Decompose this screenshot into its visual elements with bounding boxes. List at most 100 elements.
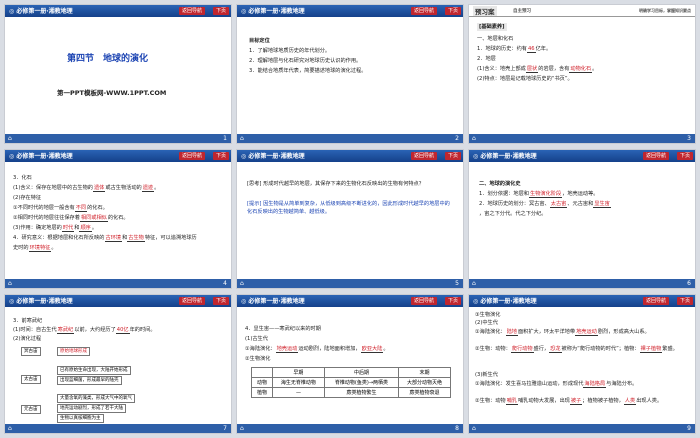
slide-thumbnail-7[interactable]: ◎ 必修第一册·湘教地理 返回导航 下页 3．前寒武纪 (1)时间：自古生代寒武…: [4, 294, 232, 434]
text-segment: ②生物：动物：: [475, 346, 511, 352]
home-icon: ⌂: [8, 425, 12, 432]
fill-answer: 遗体: [92, 185, 106, 192]
slide-header: ◎ 必修第一册·湘教地理 返回导航 下页: [5, 150, 231, 162]
fill-answer: 寒武纪: [56, 327, 75, 334]
nav-next-button[interactable]: 下页: [212, 152, 229, 160]
slide-thumbnail-5[interactable]: ◎ 必修第一册·湘教地理 返回导航 下页 [思考] 形成时代越早的地层，其保存下…: [236, 149, 464, 289]
table-cell: —: [272, 387, 325, 398]
slide-header: ◎ 必修第一册·湘教地理 返回导航 下页: [237, 150, 463, 162]
text-line: ①海陆演化：陆地面积扩大，环太平洋地带地壳运动剧烈，形成高大山系。: [475, 328, 693, 336]
fill-answer: 恐龙: [549, 346, 562, 353]
section-label: [基础素养]: [477, 23, 507, 31]
slide-thumbnail-4[interactable]: ◎ 必修第一册·湘教地理 返回导航 下页 3．化石 (1)含义：保存在地层中的古…: [4, 149, 232, 289]
text-line: (1)含义：保存在地层中的古生物的遗体或古生物活动的遗迹。: [13, 184, 159, 192]
slide-thumbnail-3[interactable]: 预习案 自主预习 明确学习目标，掌握知识要点 [基础素养] 一、地层和化石 1．…: [468, 4, 696, 144]
text-line: 一、地层和化石: [477, 36, 514, 42]
text-line: 2．地球历史的划分：冥古宙、太古宙、元古宙和显生宙: [479, 200, 611, 208]
table-header: 早期: [272, 367, 325, 378]
fill-answer: 动物化石: [569, 66, 593, 73]
fill-answer: 顺序: [79, 225, 92, 232]
slide-thumbnail-8[interactable]: ◎ 必修第一册·湘教地理 返回导航 下页 4．显生宙——寒武纪以来的时期 (1)…: [236, 294, 464, 434]
fill-answer: 人类: [623, 398, 637, 405]
fill-answer: 显生宙: [593, 201, 611, 208]
text-segment: (1)含义：地壳上部成: [477, 66, 526, 72]
slide-header: ◎ 必修第一册·湘教地理 返回导航 下页: [237, 5, 463, 17]
brand-label: ◎ 必修第一册·湘教地理: [241, 153, 305, 160]
text-line: (2)演化过程: [13, 336, 42, 342]
text-segment: 面积扩大，环太平洋地带: [517, 329, 576, 335]
nav-back-button[interactable]: 返回导航: [410, 297, 437, 305]
home-icon: ⌂: [472, 135, 476, 142]
text-segment: 1．划分依据：地层和: [479, 191, 529, 197]
home-icon: ⌂: [8, 135, 12, 142]
text-segment: 年的时间。: [129, 327, 156, 333]
page-number: 7: [223, 425, 227, 432]
fill-answer: 海陆格局: [583, 381, 607, 388]
fill-answer: 爬行动物: [510, 346, 534, 353]
slide-footer: ⌂ 9: [469, 424, 695, 433]
fill-answer: 古环境: [104, 235, 123, 242]
nav-next-button[interactable]: 下页: [444, 152, 461, 160]
nav-back-button[interactable]: 返回导航: [642, 152, 669, 160]
home-icon: ⌂: [240, 425, 244, 432]
text-line: 4．研究意义：根据地层和化石所反映的古环境和古生物特征，可以追溯地球历: [13, 234, 227, 242]
nav-next-button[interactable]: 下页: [444, 297, 461, 305]
text-line: (1)古生代: [245, 336, 268, 342]
text-segment: ，地壳运动等。: [562, 191, 599, 197]
think-answer: [提示] 因生物是从简单到复杂，从低级到高级不断进化的，因此形成时代越早的地层中…: [247, 201, 450, 215]
text-segment: (1)时间：自古生代: [13, 327, 57, 333]
table-header: 中后期: [323, 367, 400, 378]
nav-next-button[interactable]: 下页: [212, 7, 229, 15]
slide-header: ◎ 必修第一册·湘教地理 返回导航 下页: [469, 295, 695, 307]
text-segment: 的岩层，含有: [538, 66, 570, 72]
brand-label: ◎ 必修第一册·湘教地理: [473, 298, 537, 305]
table-row: 植物 — 蕨类植物繁生 蕨类植物衰退: [251, 387, 451, 398]
slide-thumbnail-1[interactable]: ◎ 必修第一册·湘教地理 返回导航 下页 第四节 地球的演化 第一PPT模板网-…: [4, 4, 232, 144]
text-line: 史时的环境特征。: [13, 244, 57, 252]
text-segment: ②生物：动物: [475, 398, 506, 404]
text-line: (3)新生代: [475, 372, 498, 378]
fill-answer: 裸子植物: [639, 346, 663, 353]
text-segment: 亿年。: [535, 46, 552, 52]
objective-heading: 目标定位: [249, 38, 270, 44]
banner-subtitle: 自主预习: [513, 9, 531, 14]
nav-next-button[interactable]: 下页: [676, 152, 693, 160]
text-segment: 出现人类。: [636, 398, 663, 404]
text-segment: (1)含义：保存在地层中的古生物的: [13, 185, 93, 191]
fill-answer: 40亿: [115, 327, 130, 334]
nav-back-button[interactable]: 返回导航: [642, 297, 669, 305]
nav-next-button[interactable]: 下页: [212, 297, 229, 305]
nav-next-button[interactable]: 下页: [676, 297, 693, 305]
fill-answer: 地壳运动: [575, 329, 598, 336]
page-number: 4: [223, 280, 227, 287]
text-segment: 被称为“爬行动物的时代”；植物：: [561, 346, 640, 352]
slide-thumbnail-6[interactable]: ◎ 必修第一册·湘教地理 返回导航 下页 二、地球的演化史 1．划分依据：地层和…: [468, 149, 696, 289]
text-line: ，宙之下分代。代之下分纪。: [479, 211, 547, 217]
nav-back-button[interactable]: 返回导航: [410, 7, 437, 15]
fill-answer: 地壳运动: [275, 346, 299, 353]
text-segment: 特征，可以追溯地球历: [144, 235, 197, 241]
text-segment: 2．地球历史的划分：冥古宙、: [479, 201, 550, 207]
text-segment: 。: [51, 245, 57, 251]
table-cell: 脊椎动物(鱼类)→两栖类: [323, 377, 400, 388]
slide-footer: ⌂ 8: [237, 424, 463, 433]
nav-back-button[interactable]: 返回导航: [178, 152, 205, 160]
table-header-row: 早期 中后期 末期: [251, 367, 451, 378]
fill-answer: 欧亚大陆: [360, 346, 384, 353]
text-line: (2)中生代: [475, 320, 498, 326]
nav-next-button[interactable]: 下页: [444, 7, 461, 15]
slide-footer: ⌂ 7: [5, 424, 231, 433]
text-line: ③生物演化: [475, 312, 501, 318]
text-segment: 运动剧烈，陆地面积增加，: [298, 346, 361, 352]
nav-back-button[interactable]: 返回导航: [410, 152, 437, 160]
fill-answer: 环境特征: [28, 245, 52, 252]
nav-back-button[interactable]: 返回导航: [178, 297, 205, 305]
slide-thumbnail-9[interactable]: ◎ 必修第一册·湘教地理 返回导航 下页 ③生物演化 (2)中生代 ①海陆演化：…: [468, 294, 696, 434]
slide-header: ◎ 必修第一册·湘教地理 返回导航 下页: [237, 295, 463, 307]
nav-back-button[interactable]: 返回导航: [178, 7, 205, 15]
fill-answer: 时代: [61, 225, 75, 232]
slide-footer: ⌂ 4: [5, 279, 231, 288]
table-cell: 动物: [251, 377, 273, 388]
slide-thumbnail-2[interactable]: ◎ 必修第一册·湘教地理 返回导航 下页 目标定位 1．了解地球地质历史的年代划…: [236, 4, 464, 144]
text-segment: ①海陆演化：: [475, 329, 506, 335]
